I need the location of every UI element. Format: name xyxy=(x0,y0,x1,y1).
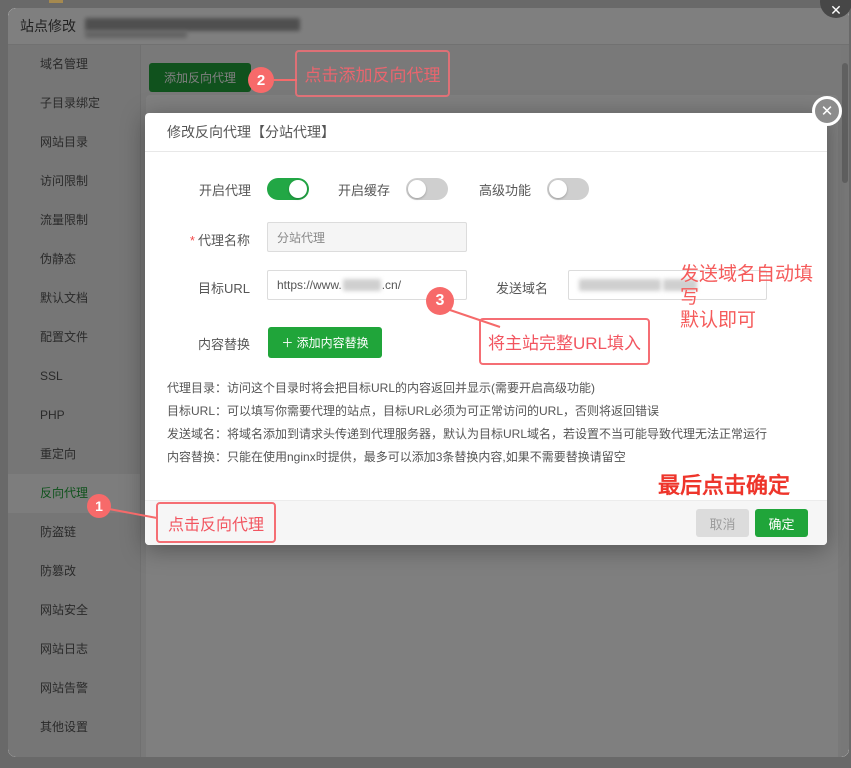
redacted-url-part xyxy=(343,279,381,291)
step-2-badge: 2 xyxy=(248,67,274,93)
advanced-feature-label: 高级功能 xyxy=(479,180,531,199)
confirm-note: 最后点击确定 xyxy=(658,468,828,500)
step-2-annotation-box: 点击添加反向代理 xyxy=(295,50,450,97)
step-1-badge: 1 xyxy=(87,494,111,518)
proxy-name-label: *代理名称 xyxy=(145,230,250,249)
required-asterisk: * xyxy=(190,233,195,248)
step-3-badge: 3 xyxy=(426,287,454,315)
redacted-domain-part xyxy=(579,279,661,291)
add-content-replace-button[interactable]: ＋ 添加内容替换 xyxy=(268,327,382,358)
step-1-annotation-box: 点击反向代理 xyxy=(156,502,276,543)
cancel-button[interactable]: 取消 xyxy=(696,509,749,537)
step-3-annotation-box: 将主站完整URL填入 xyxy=(479,318,650,365)
send-domain-label: 发送域名 xyxy=(443,278,548,297)
plus-icon: ＋ xyxy=(281,336,293,350)
send-domain-note-line1: 发送域名自动填写 xyxy=(680,263,830,309)
send-domain-note-line2: 默认即可 xyxy=(680,309,830,332)
toggle-knob xyxy=(289,180,307,198)
enable-proxy-toggle[interactable] xyxy=(267,178,309,200)
enable-cache-toggle[interactable] xyxy=(406,178,448,200)
browser-artifact-mark xyxy=(49,0,63,3)
proxy-name-input[interactable] xyxy=(267,222,467,252)
enable-proxy-label: 开启代理 xyxy=(199,180,251,199)
help-send-domain: 发送域名：将域名添加到请求头传递到代理服务器，默认为目标URL域名，若设置不当可… xyxy=(167,425,767,442)
target-url-label: 目标URL xyxy=(145,278,250,297)
enable-proxy-toggle-group: 开启代理 xyxy=(199,178,309,200)
add-content-replace-label: 添加内容替换 xyxy=(297,336,369,350)
enable-cache-toggle-group: 开启缓存 xyxy=(338,178,448,200)
help-proxy-dir: 代理目录：访问这个目录时将会把目标URL的内容返回并显示(需要开启高级功能) xyxy=(167,379,595,396)
send-domain-note: 发送域名自动填写 默认即可 xyxy=(680,263,830,332)
target-url-suffix: .cn/ xyxy=(382,278,401,292)
confirm-button[interactable]: 确定 xyxy=(755,509,808,537)
modal-close-icon[interactable]: ✕ xyxy=(812,96,842,126)
advanced-feature-toggle-group: 高级功能 xyxy=(479,178,589,200)
help-content-replace: 内容替换：只能在使用nginx时提供，最多可以添加3条替换内容,如果不需要替换请… xyxy=(167,448,626,465)
toggle-knob xyxy=(549,180,567,198)
advanced-feature-toggle[interactable] xyxy=(547,178,589,200)
modal-header: 修改反向代理【分站代理】 xyxy=(145,113,827,152)
target-url-prefix: https://www. xyxy=(277,278,342,292)
enable-cache-label: 开启缓存 xyxy=(338,180,390,199)
content-replace-label: 内容替换 xyxy=(145,334,250,353)
help-target-url: 目标URL：可以填写你需要代理的站点，目标URL必须为可正常访问的URL，否则将… xyxy=(167,402,659,419)
toggle-knob xyxy=(408,180,426,198)
modal-title: 修改反向代理【分站代理】 xyxy=(167,113,335,152)
